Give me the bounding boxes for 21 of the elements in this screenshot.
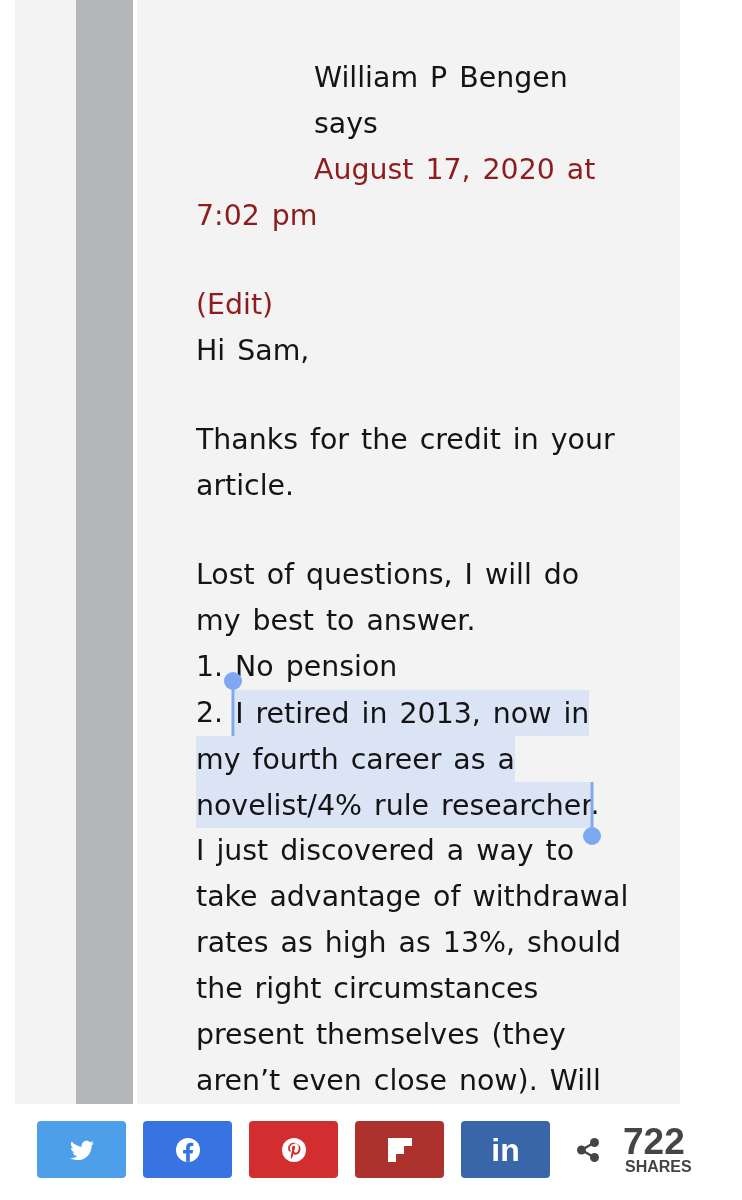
share-button[interactable] <box>37 1121 126 1178</box>
comment-text: Thanks for the credit in your article. <box>196 422 616 504</box>
stair-step-icon <box>387 1137 412 1162</box>
share-count-label: SHARES <box>625 1158 692 1175</box>
share-button[interactable]: in <box>461 1121 550 1178</box>
share-count: 722 <box>623 1124 685 1159</box>
says-label: says <box>313 106 379 142</box>
comment-author: William P Bengen <box>313 60 569 96</box>
edit-link[interactable]: (Edit) <box>196 288 274 321</box>
comment-text: 1. No pension <box>196 649 399 685</box>
f-circle-icon <box>175 1137 200 1162</box>
share-button[interactable] <box>249 1121 338 1178</box>
comment-date-link[interactable]: August 17, 2020 at 7:02 pm <box>196 147 633 239</box>
bird-icon <box>69 1139 94 1160</box>
comment-text: Hi Sam, <box>196 333 311 369</box>
p-circle-icon <box>281 1137 306 1162</box>
share-icon <box>577 1137 599 1162</box>
share-button[interactable] <box>143 1121 232 1178</box>
comment-text: Lost of questions, I will do my best to answer. <box>196 557 581 639</box>
share-button[interactable] <box>355 1121 444 1178</box>
comment-text: I just discovered a way to take advantage of withdrawal rates as high as 13%, should the right circumstances present themselves (they aren’t even close now). Will <box>196 833 630 1099</box>
